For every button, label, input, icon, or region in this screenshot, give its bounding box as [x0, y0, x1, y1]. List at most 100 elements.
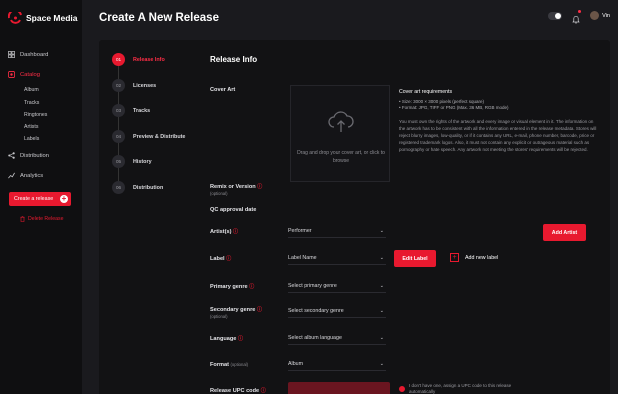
- step-number: 01: [112, 53, 125, 66]
- chevron-down-icon: ⌄: [379, 361, 384, 367]
- step-tracks[interactable]: 03 Tracks: [112, 104, 150, 117]
- step-label: Release Info: [133, 56, 165, 63]
- theme-toggle[interactable]: [548, 11, 563, 20]
- primary-genre-label: Primary genre ⓘ: [210, 283, 254, 290]
- sidebar-subitem-ringtones[interactable]: Ringtones: [24, 112, 47, 118]
- step-history[interactable]: 05 History: [112, 155, 152, 168]
- plus-icon: +: [450, 253, 459, 262]
- chevron-down-icon: ⌄: [379, 255, 384, 261]
- requirements-paragraph: You must own the rights of the artwork a…: [399, 119, 597, 152]
- format-value: Album: [288, 361, 304, 367]
- sidebar-item-dashboard[interactable]: Dashboard: [8, 51, 48, 58]
- auto-upc-checkbox[interactable]: [399, 386, 405, 392]
- secondary-genre-select[interactable]: Select secondary genre ⌄: [288, 305, 386, 318]
- artists-label: Artist(s) ⓘ: [210, 228, 238, 235]
- sidebar-item-distribution[interactable]: Distribution: [8, 152, 49, 159]
- label-select[interactable]: Label Name ⌄: [288, 252, 386, 265]
- optional-hint: (optional): [230, 362, 248, 367]
- step-release-info[interactable]: 01 Release Info: [112, 53, 165, 66]
- step-label: Tracks: [133, 107, 151, 114]
- add-new-label-text: Add new label: [465, 254, 499, 261]
- primary-genre-placeholder: Select primary genre: [288, 283, 337, 289]
- step-number: 03: [112, 104, 125, 117]
- format-label: Format (optional): [210, 362, 248, 368]
- trash-icon: [20, 216, 25, 222]
- cover-art-dropzone[interactable]: Drag and drop your cover art, or click t…: [290, 85, 390, 182]
- step-licenses[interactable]: 02 Licenses: [112, 79, 156, 92]
- sidebar-subitem-artists[interactable]: Artists: [24, 124, 38, 130]
- info-icon: ⓘ: [237, 336, 243, 342]
- label-field-label: Label ⓘ: [210, 255, 231, 262]
- bell-icon: [572, 15, 580, 24]
- create-release-label: Create a release: [14, 196, 54, 202]
- artists-select[interactable]: Performer ⌄: [288, 225, 386, 238]
- language-placeholder: Select album language: [288, 335, 342, 341]
- format-text: Format: [210, 362, 229, 368]
- sidebar-subitem-tracks[interactable]: Tracks: [24, 100, 39, 106]
- add-new-label-button[interactable]: + Add new label: [450, 253, 498, 262]
- label-field-text: Label: [210, 256, 225, 262]
- primary-genre-text: Primary genre: [210, 284, 248, 290]
- step-preview-distribute[interactable]: 04 Preview & Distribute: [112, 130, 185, 143]
- sidebar: Space Media Dashboard Catalog Album Trac…: [0, 0, 82, 394]
- sidebar-subitem-album[interactable]: Album: [24, 87, 39, 93]
- edit-label-button[interactable]: Edit Label: [394, 250, 436, 267]
- sidebar-subitem-labels[interactable]: Labels: [24, 136, 39, 142]
- step-number: 04: [112, 130, 125, 143]
- sidebar-item-label: Catalog: [20, 71, 40, 78]
- chevron-down-icon: ⌄: [379, 335, 384, 341]
- upc-note: I don't have one, assign a UPC code to t…: [409, 383, 512, 394]
- dashboard-icon: [8, 51, 15, 58]
- step-distribution[interactable]: 06 Distribution: [112, 181, 163, 194]
- sidebar-item-analytics[interactable]: Analytics: [8, 172, 43, 179]
- sidebar-item-label: Dashboard: [20, 51, 49, 58]
- remix-label-text: Remix or Version: [210, 184, 256, 190]
- info-icon: ⓘ: [233, 229, 239, 235]
- step-label: Licenses: [133, 82, 157, 89]
- info-icon: ⓘ: [256, 307, 262, 313]
- artists-label-text: Artist(s): [210, 229, 232, 235]
- notifications-button[interactable]: [572, 10, 582, 24]
- step-label: Distribution: [133, 184, 164, 191]
- avatar: [590, 11, 600, 20]
- language-select[interactable]: Select album language ⌄: [288, 332, 386, 345]
- requirement-item: Format: JPG, TIFF or PNG (Max. 36 MB, RG…: [399, 105, 509, 111]
- user-menu[interactable]: Vin: [590, 11, 610, 20]
- delete-release-button[interactable]: Delete Release: [20, 216, 63, 222]
- requirements-list: Size: 3000 × 3000 pixels (perfect square…: [399, 99, 509, 111]
- info-icon: ⓘ: [226, 256, 232, 262]
- add-artist-button[interactable]: Add Artist: [543, 224, 586, 241]
- create-release-button[interactable]: Create a release +: [9, 192, 71, 206]
- chevron-down-icon: ⌄: [379, 283, 384, 289]
- logo-icon: [8, 12, 22, 24]
- language-label: Language ⓘ: [210, 335, 243, 342]
- step-connector: [118, 66, 119, 80]
- format-select[interactable]: Album ⌄: [288, 358, 386, 371]
- sidebar-item-catalog[interactable]: Catalog: [8, 71, 40, 78]
- app-logo[interactable]: Space Media: [8, 12, 78, 24]
- sidebar-item-label: Analytics: [20, 172, 44, 179]
- info-icon: ⓘ: [257, 184, 263, 190]
- notification-badge: [578, 10, 582, 13]
- user-name: Vin: [602, 12, 610, 19]
- step-number: 02: [112, 79, 125, 92]
- info-icon: ⓘ: [260, 388, 266, 394]
- primary-genre-select[interactable]: Select primary genre ⌄: [288, 280, 386, 293]
- artists-value: Performer: [288, 228, 312, 234]
- delete-release-label: Delete Release: [28, 216, 64, 222]
- step-number: 06: [112, 181, 125, 194]
- step-label: Preview & Distribute: [133, 133, 186, 140]
- plus-icon: +: [60, 194, 68, 203]
- catalog-icon: [8, 71, 15, 78]
- distribution-icon: [8, 152, 15, 159]
- cloud-upload-icon: [328, 111, 354, 132]
- upc-input[interactable]: [288, 382, 390, 394]
- cover-art-label: Cover Art: [210, 87, 236, 93]
- secondary-genre-text: Secondary genre: [210, 307, 256, 313]
- language-text: Language: [210, 336, 237, 342]
- page-title: Create A New Release: [99, 12, 219, 24]
- secondary-genre-placeholder: Select secondary genre: [288, 308, 344, 314]
- remix-label: Remix or Version ⓘ (optional): [210, 183, 262, 196]
- step-number: 05: [112, 155, 125, 168]
- step-connector: [118, 168, 119, 182]
